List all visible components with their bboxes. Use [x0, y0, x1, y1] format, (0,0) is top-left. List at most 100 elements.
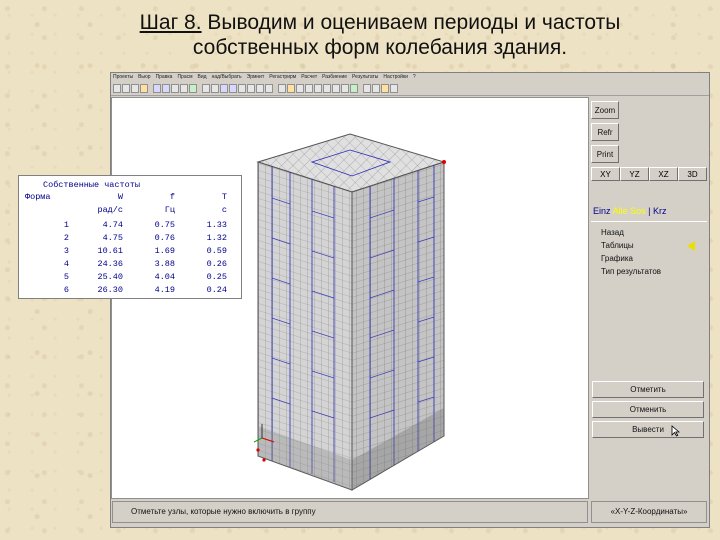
- help-icon[interactable]: [350, 84, 358, 93]
- table-row: 2 4.75 0.76 1.32: [19, 233, 243, 244]
- rotate-icon[interactable]: [341, 84, 349, 93]
- zoom-out-icon[interactable]: [332, 84, 340, 93]
- cell-w: 26.30: [97, 285, 123, 295]
- title-step: Шаг 8.: [139, 11, 202, 34]
- table-icon[interactable]: [202, 84, 210, 93]
- title-text-line2: собственных форм колебания здания.: [192, 36, 568, 59]
- cell-w: 24.36: [97, 259, 123, 269]
- copy-icon[interactable]: [180, 84, 188, 93]
- menu-item[interactable]: Прасм: [177, 73, 192, 82]
- table-row: 4 24.36 3.88 0.26: [19, 259, 243, 270]
- zoom-in-icon[interactable]: [323, 84, 331, 93]
- tab-view-yz[interactable]: YZ: [620, 167, 649, 181]
- refresh-button[interactable]: Refr: [591, 123, 619, 141]
- nav-list: Назад Таблицы Графика Тип результатов: [591, 221, 707, 380]
- nav-item-graphics[interactable]: Графика: [601, 254, 633, 264]
- header-f: f: [169, 192, 175, 202]
- info-icon[interactable]: [381, 84, 389, 93]
- wall-icon[interactable]: [220, 84, 228, 93]
- menu-item[interactable]: над/Выбрать: [212, 73, 242, 82]
- cell-form: 6: [63, 285, 69, 295]
- cell-form: 4: [63, 259, 69, 269]
- menu-item[interactable]: Вьюр: [138, 73, 150, 82]
- menu-item[interactable]: Вид: [198, 73, 207, 82]
- tab-view-3d[interactable]: 3D: [678, 167, 707, 181]
- edit-icon[interactable]: [140, 84, 148, 93]
- triangle-left-icon: [687, 241, 695, 251]
- header-form: Форма: [25, 192, 51, 202]
- table-row: 3 10.61 1.69 0.59: [19, 246, 243, 257]
- print-button[interactable]: Print: [591, 145, 619, 163]
- support-icon[interactable]: [189, 84, 197, 93]
- column-icon[interactable]: [247, 84, 255, 93]
- nav-item-result-type[interactable]: Тип результатов: [601, 267, 661, 277]
- status-bar-message: Отметьте узлы, которые нужно включить в …: [112, 501, 588, 523]
- mark-button[interactable]: Отметить: [592, 381, 704, 398]
- exit-icon[interactable]: [390, 84, 398, 93]
- cell-f: 4.19: [154, 285, 175, 295]
- beam-icon[interactable]: [238, 84, 246, 93]
- open-icon[interactable]: [122, 84, 130, 93]
- menu-item[interactable]: Регастрирм: [269, 73, 296, 82]
- menu-item[interactable]: ?: [413, 73, 416, 82]
- new-icon[interactable]: [113, 84, 121, 93]
- table-units-row: рад/с Гц с: [19, 205, 243, 216]
- corner-marker: [262, 458, 266, 462]
- poly-select-icon[interactable]: [305, 84, 313, 93]
- mode-sos[interactable]: Sos: [630, 206, 646, 216]
- calc-icon[interactable]: [363, 84, 371, 93]
- menu-item[interactable]: Проекты: [113, 73, 133, 82]
- deselect-icon[interactable]: [314, 84, 322, 93]
- cell-f: 0.75: [154, 220, 175, 230]
- lock-icon[interactable]: [287, 84, 295, 93]
- view-tabs: XY YZ XZ 3D: [591, 167, 707, 181]
- table-title: Собственные частоты: [43, 180, 140, 190]
- menu-item[interactable]: Расчет: [301, 73, 317, 82]
- cell-form: 3: [63, 246, 69, 256]
- node-icon[interactable]: [153, 84, 161, 93]
- title-text-line1: Выводим и оцениваем периоды и частоты: [201, 11, 621, 34]
- layers-icon[interactable]: [211, 84, 219, 93]
- menu-item[interactable]: Правка: [156, 73, 173, 82]
- cell-f: 0.76: [154, 233, 175, 243]
- tab-view-xz[interactable]: XZ: [649, 167, 678, 181]
- zoom-button[interactable]: Zoom: [591, 101, 619, 119]
- cell-w: 4.75: [102, 233, 123, 243]
- mode-einz[interactable]: Einz: [593, 206, 611, 216]
- selection-mode-row: Einz Alle Sos | Krz: [593, 205, 705, 217]
- output-button[interactable]: Вывести: [592, 421, 704, 438]
- results-icon[interactable]: [372, 84, 380, 93]
- plate-icon[interactable]: [229, 84, 237, 93]
- cell-t: 0.59: [206, 246, 227, 256]
- select-icon[interactable]: [278, 84, 286, 93]
- mode-alle[interactable]: Alle: [613, 206, 628, 216]
- cell-form: 1: [63, 220, 69, 230]
- mesh-icon[interactable]: [265, 84, 273, 93]
- slide-title: Шаг 8. Выводим и оцениваем периоды и час…: [60, 10, 700, 60]
- save-icon[interactable]: [131, 84, 139, 93]
- eigenfrequency-table: Собственные частоты Форма W f T рад/с Гц…: [18, 175, 242, 299]
- coordinates-button[interactable]: «X-Y-Z-Координаты»: [591, 501, 707, 523]
- nav-item-tables[interactable]: Таблицы: [601, 241, 634, 251]
- menu-item[interactable]: Настройки: [383, 73, 408, 82]
- unit-f: Гц: [164, 205, 175, 215]
- corner-marker: [256, 448, 260, 452]
- cancel-button[interactable]: Отменить: [592, 401, 704, 418]
- table-row: 5 25.40 4.04 0.25: [19, 272, 243, 283]
- rect-select-icon[interactable]: [296, 84, 304, 93]
- menu-item[interactable]: Разбиение: [322, 73, 347, 82]
- menu-item[interactable]: Результаты: [352, 73, 378, 82]
- cell-f: 4.04: [154, 272, 175, 282]
- mode-krz[interactable]: Krz: [653, 206, 667, 216]
- nav-item-back[interactable]: Назад: [601, 228, 624, 238]
- element-icon[interactable]: [162, 84, 170, 93]
- cell-w: 4.74: [102, 220, 123, 230]
- grid-icon[interactable]: [171, 84, 179, 93]
- menu-item[interactable]: Эрмнит: [247, 73, 265, 82]
- cell-f: 1.69: [154, 246, 175, 256]
- tab-view-xy[interactable]: XY: [591, 167, 620, 181]
- mode-separator: |: [648, 206, 651, 216]
- load-icon[interactable]: [256, 84, 264, 93]
- mouse-pointer-icon: [671, 425, 680, 437]
- table-header-row: Форма W f T: [19, 192, 243, 203]
